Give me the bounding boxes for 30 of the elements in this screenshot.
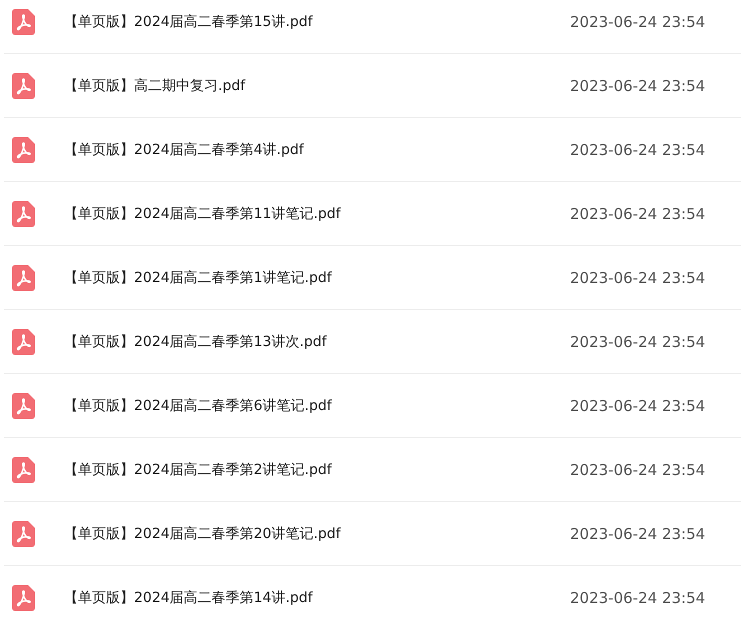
file-name[interactable]: 【单页版】高二期中复习.pdf <box>64 76 534 94</box>
file-name[interactable]: 【单页版】2024届高二春季第13讲次.pdf <box>64 332 534 350</box>
file-name[interactable]: 【单页版】2024届高二春季第20讲笔记.pdf <box>64 524 534 542</box>
pdf-file-icon <box>12 200 35 226</box>
file-date: 2023-06-24 23:54 <box>570 140 706 158</box>
pdf-file-icon <box>12 72 35 98</box>
file-name[interactable]: 【单页版】2024届高二春季第11讲笔记.pdf <box>64 204 534 222</box>
pdf-file-icon <box>12 520 35 546</box>
file-name[interactable]: 【单页版】2024届高二春季第1讲笔记.pdf <box>64 268 534 286</box>
file-date: 2023-06-24 23:54 <box>570 396 706 414</box>
pdf-file-icon <box>12 264 35 290</box>
file-name[interactable]: 【单页版】2024届高二春季第4讲.pdf <box>64 140 534 158</box>
file-name[interactable]: 【单页版】2024届高二春季第15讲.pdf <box>64 12 534 30</box>
pdf-file-icon <box>12 392 35 418</box>
pdf-file-icon <box>12 456 35 482</box>
file-name[interactable]: 【单页版】2024届高二春季第6讲笔记.pdf <box>64 396 534 414</box>
file-date: 2023-06-24 23:54 <box>570 12 706 30</box>
file-date: 2023-06-24 23:54 <box>570 204 706 222</box>
file-date: 2023-06-24 23:54 <box>570 588 706 606</box>
file-date: 2023-06-24 23:54 <box>570 524 706 542</box>
pdf-file-icon <box>12 8 35 34</box>
file-date: 2023-06-24 23:54 <box>570 268 706 286</box>
file-date: 2023-06-24 23:54 <box>570 76 706 94</box>
pdf-file-icon <box>12 584 35 610</box>
pdf-file-icon <box>12 136 35 162</box>
file-name[interactable]: 【单页版】2024届高二春季第2讲笔记.pdf <box>64 460 534 478</box>
file-date: 2023-06-24 23:54 <box>570 460 706 478</box>
pdf-file-icon <box>12 328 35 354</box>
file-date: 2023-06-24 23:54 <box>570 332 706 350</box>
file-name[interactable]: 【单页版】2024届高二春季第14讲.pdf <box>64 588 534 606</box>
